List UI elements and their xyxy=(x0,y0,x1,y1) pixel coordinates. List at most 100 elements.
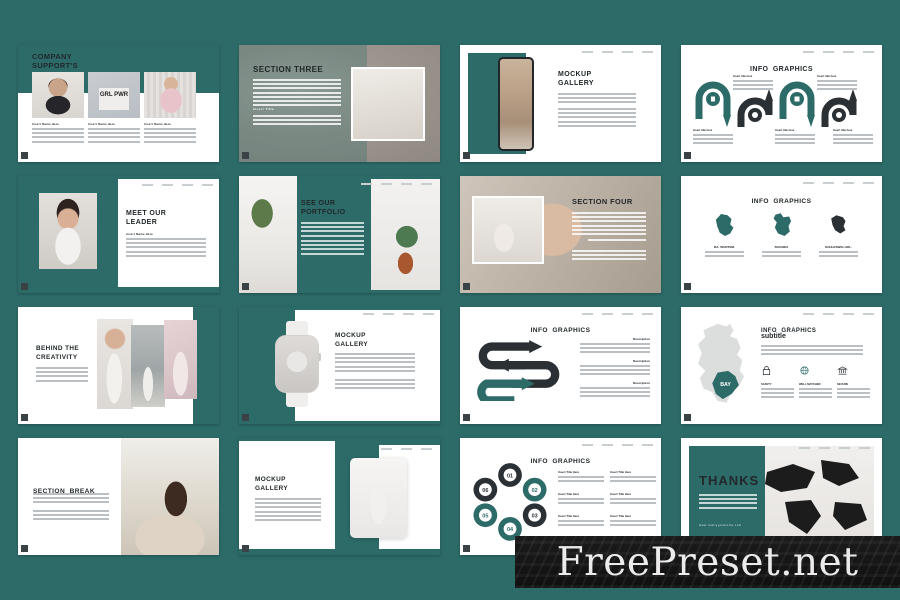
card-caption-1: Insert Name Here xyxy=(32,122,84,143)
info-item-4: Insert title here xyxy=(775,129,815,144)
slide-title-line1: MOCKUP xyxy=(558,71,592,78)
ring-item-5: Insert Title Here xyxy=(558,514,604,527)
page-number-badge xyxy=(21,545,28,552)
slide-title-line2: LEADER xyxy=(126,219,158,226)
slide-title-line1: MEET OUR xyxy=(126,210,167,217)
info-item-2: Insert title here xyxy=(817,75,857,90)
page-number-badge xyxy=(21,283,28,290)
description-item-3: Description xyxy=(580,381,650,398)
feature-item-3: SECURE xyxy=(837,363,870,399)
page-number-badge xyxy=(463,414,470,421)
ring-item-6: Insert Title Here xyxy=(610,514,656,527)
slide-thumbnail-grid: COMPANY SUPPORT'S GRL PWR Insert Name He… xyxy=(18,45,882,555)
svg-text:03: 03 xyxy=(532,513,538,519)
slide-company-supports[interactable]: COMPANY SUPPORT'S GRL PWR Insert Name He… xyxy=(18,45,219,162)
slide-info-graphics-germany[interactable]: BAY INFO GRAPHICS subtitle SAFETY WELL M… xyxy=(681,307,882,424)
map-schleswig-holstein-icon xyxy=(830,215,845,234)
slide-nav[interactable] xyxy=(803,313,874,315)
page-number-badge xyxy=(463,152,470,159)
feature-photo xyxy=(351,67,425,141)
feature-item-1: SAFETY xyxy=(761,363,794,399)
phone-mockup xyxy=(498,57,534,151)
description-item-2: Description xyxy=(580,359,650,376)
slide-info-graphics-zigzag[interactable]: INFO GRAPHICS Description Description De… xyxy=(460,307,661,424)
page-number-badge xyxy=(684,283,691,290)
ring-item-4: Insert Title Here xyxy=(610,492,656,505)
photo-label: GRL PWR xyxy=(99,92,129,98)
photo-card-2: GRL PWR xyxy=(88,72,140,118)
slide-title-line2: GALLERY xyxy=(255,485,289,492)
slide-nav[interactable] xyxy=(582,313,653,315)
info-item-3: Insert title here xyxy=(693,129,733,144)
slide-behind-the-creativity[interactable]: BEHIND THE CREATIVITY xyxy=(18,307,219,424)
slide-title-line2: SUPPORT'S xyxy=(32,61,79,70)
ring-item-1: Insert Title Here xyxy=(558,470,604,483)
info-item-1: Insert title here xyxy=(733,75,773,90)
portfolio-photo-right xyxy=(371,179,440,290)
lock-icon xyxy=(762,366,771,375)
slide-info-graphics-snake[interactable]: INFO GRAPHICS Insert title here Insert t… xyxy=(681,45,882,162)
page-number-badge xyxy=(242,414,249,421)
slide-title-line2: GALLERY xyxy=(335,341,369,348)
tablet-mockup xyxy=(350,458,407,538)
title-accent: GRAPHICS xyxy=(552,458,591,465)
slide-section-break[interactable]: SECTION BREAK xyxy=(18,438,219,555)
title-accent: GRAPHICS xyxy=(773,198,812,205)
card-caption-3: Insert Name Here xyxy=(144,122,196,143)
description-item-1: Description xyxy=(580,337,650,354)
slide-title-line2: GALLERY xyxy=(558,80,594,87)
region-item-1: BA. WURTEM. xyxy=(697,212,752,258)
map-bavaria-icon xyxy=(773,213,791,237)
zigzag-arrow-diagram xyxy=(477,340,560,401)
page-number-badge xyxy=(684,414,691,421)
rings-diagram: 01 02 03 04 05 06 xyxy=(473,463,547,541)
leader-photo xyxy=(39,193,97,269)
slide-title-line1: BEHIND THE xyxy=(36,345,80,352)
slide-title-line2: CREATIVITY xyxy=(36,354,78,361)
page-number-badge xyxy=(463,545,470,552)
page-number-badge xyxy=(684,152,691,159)
svg-text:06: 06 xyxy=(482,488,488,494)
subtitle: subtitle xyxy=(761,333,786,340)
slide-section-three[interactable]: SECTION THREE Insert Title xyxy=(239,45,440,162)
slide-see-our-portfolio[interactable]: SEE OUR PORTFOLIO xyxy=(239,176,440,293)
slide-mockup-gallery-watch[interactable]: MOCKUP GALLERY xyxy=(239,307,440,424)
region-item-3: SCHLESWIG HOL. xyxy=(811,212,866,258)
creativity-photo-2 xyxy=(131,325,165,407)
watermark-text: FreePreset.net xyxy=(556,539,859,585)
info-item-5: Insert title here xyxy=(833,129,873,144)
svg-text:02: 02 xyxy=(532,488,538,494)
slide-nav[interactable] xyxy=(582,51,653,53)
page-number-badge xyxy=(463,283,470,290)
portfolio-photo-left xyxy=(239,176,297,293)
section-break-photo xyxy=(121,438,219,555)
title-dark: INFO xyxy=(751,198,769,205)
page-number-badge xyxy=(21,152,28,159)
svg-text:04: 04 xyxy=(507,527,514,533)
creativity-photo-1 xyxy=(97,319,133,409)
slide-title: SECTION THREE xyxy=(253,65,324,74)
slide-info-graphics-regions[interactable]: INFO GRAPHICS BA. WURTEM. BAVARIA SCHLES… xyxy=(681,176,882,293)
slide-nav[interactable] xyxy=(803,182,874,184)
card-caption-2: Insert Name Here xyxy=(88,122,140,143)
slide-nav[interactable] xyxy=(582,444,653,446)
region-item-2: BAVARIA xyxy=(754,212,809,258)
title-accent: GRAPHICS xyxy=(781,328,817,334)
bank-icon xyxy=(837,366,848,375)
slide-nav[interactable] xyxy=(803,51,874,53)
map-baden-wurttemberg-icon xyxy=(715,213,733,237)
inset-photo xyxy=(472,196,544,264)
page-number-badge xyxy=(242,545,249,552)
slide-title-line1: MOCKUP xyxy=(335,332,366,339)
slide-section-four[interactable]: SECTION FOUR xyxy=(460,176,661,293)
creativity-photo-3 xyxy=(164,320,197,399)
germany-map: BAY xyxy=(698,323,745,403)
page-number-badge xyxy=(242,283,249,290)
watermark: FreePreset.net xyxy=(515,536,900,588)
slide-mockup-gallery-tablet[interactable]: MOCKUP GALLERY xyxy=(239,438,440,555)
slide-meet-our-leader[interactable]: MEET OUR LEADER Insert Name Here xyxy=(18,176,219,293)
slide-title-line1: MOCKUP xyxy=(255,476,286,483)
feature-item-2: WELL MATCHED xyxy=(799,363,832,399)
slide-mockup-gallery-phone[interactable]: MOCKUP GALLERY xyxy=(460,45,661,162)
ring-item-3: Insert Title Here xyxy=(558,492,604,505)
